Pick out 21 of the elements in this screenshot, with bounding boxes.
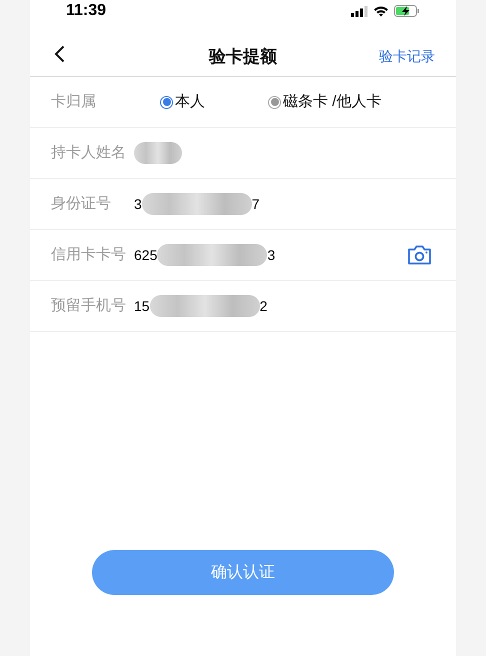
history-link[interactable]: 验卡记录 <box>379 46 435 67</box>
signal-icon <box>351 6 368 16</box>
battery-charging-icon <box>394 5 420 17</box>
radio-option[interactable]: 本人 <box>160 90 268 114</box>
field-label: 持卡人姓名 <box>51 142 127 163</box>
back-icon[interactable] <box>54 45 65 63</box>
radio-option[interactable]: 磁条卡 /他人卡 <box>268 90 382 114</box>
field-label: 预留手机号 <box>51 296 127 316</box>
field-value: 3 <box>134 194 142 214</box>
status-time: 11:39 <box>66 1 106 21</box>
camera-icon[interactable] <box>407 245 432 265</box>
field-label: 信用卡卡号 <box>51 244 127 265</box>
field-label: 卡归属 <box>51 92 97 112</box>
wifi-icon <box>373 5 389 17</box>
field-value: 625 <box>134 246 158 264</box>
field-value: 15 <box>134 296 150 316</box>
field-label: 身份证号 <box>51 194 112 214</box>
field-value: 2 <box>260 296 268 316</box>
field-value: 7 <box>252 194 260 214</box>
page-title: 验卡提额 <box>209 46 277 68</box>
field-value: 3 <box>267 246 276 264</box>
